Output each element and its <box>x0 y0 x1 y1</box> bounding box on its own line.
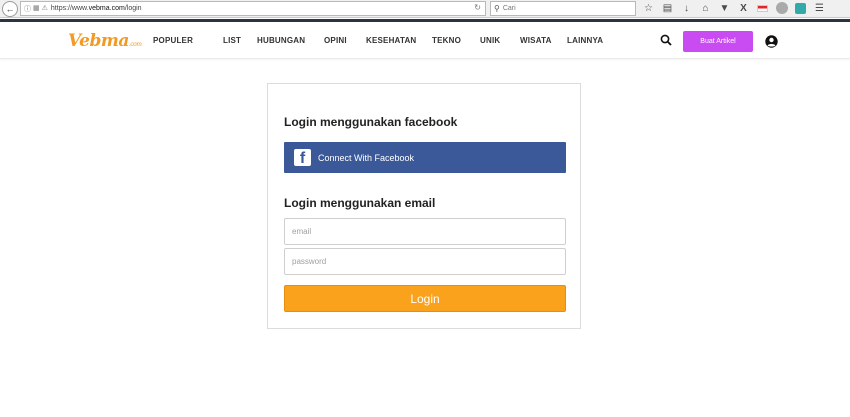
search-placeholder: Cari <box>502 5 516 12</box>
user-account-icon[interactable] <box>765 35 778 48</box>
nav-item-wisata[interactable]: WISATA <box>520 36 552 45</box>
nav-item-populer[interactable]: POPULER <box>153 36 193 45</box>
url-text[interactable]: https://www.vebma.com/login <box>51 5 142 12</box>
site-logo[interactable]: Vebma.com <box>68 31 142 51</box>
facebook-icon: f <box>294 149 311 166</box>
info-icon[interactable]: ⓘ <box>24 4 31 14</box>
reload-icon[interactable]: ↻ <box>474 3 481 12</box>
nav-item-kesehatan[interactable]: KESEHATAN <box>366 36 416 45</box>
extension-icon[interactable] <box>794 1 807 15</box>
home-icon[interactable]: ⌂ <box>699 1 712 15</box>
email-login-heading: Login menggunakan email <box>284 196 436 210</box>
login-button[interactable]: Login <box>284 285 566 312</box>
url-bar[interactable]: ⓘ ▦ ⚠ https://www.vebma.com/login ↻ <box>20 1 486 16</box>
bookmark-star-icon[interactable]: ☆ <box>642 1 655 15</box>
connect-facebook-button[interactable]: f Connect With Facebook <box>284 142 566 173</box>
reader-icon[interactable]: ▦ <box>33 4 40 14</box>
library-icon[interactable]: ▤ <box>661 1 674 15</box>
nav-item-hubungan[interactable]: HUBUNGAN <box>257 36 305 45</box>
logo-suffix: .com <box>128 41 142 48</box>
back-arrow-icon[interactable]: ← <box>2 0 18 17</box>
abp-icon[interactable] <box>775 1 788 15</box>
facebook-icon-glyph: f <box>299 150 306 167</box>
x-icon[interactable]: X <box>737 1 750 15</box>
nav-item-tekno[interactable]: TEKNO <box>432 36 461 45</box>
nav-item-unik[interactable]: UNIK <box>480 36 500 45</box>
pocket-icon[interactable]: ▼ <box>718 1 731 15</box>
password-input[interactable] <box>284 248 566 275</box>
flag-icon[interactable] <box>756 1 769 15</box>
browser-toolbar: ← ⓘ ▦ ⚠ https://www.vebma.com/login ↻ ⚲ … <box>0 0 850 18</box>
facebook-login-heading: Login menggunakan facebook <box>284 115 458 129</box>
connect-facebook-label: Connect With Facebook <box>318 152 415 163</box>
nav-item-lainnya[interactable]: LAINNYA <box>567 36 603 45</box>
download-icon[interactable]: ↓ <box>680 1 693 15</box>
site-header: Vebma.com POPULER LIST HUBUNGAN OPINI KE… <box>0 22 850 59</box>
search-icon[interactable] <box>660 34 672 46</box>
login-card: Login menggunakan facebook f Connect Wit… <box>267 83 581 329</box>
nav-item-opini[interactable]: OPINI <box>324 36 347 45</box>
email-input[interactable] <box>284 218 566 245</box>
menu-icon[interactable]: ☰ <box>813 1 826 15</box>
browser-search-input[interactable]: ⚲ Cari <box>490 1 636 16</box>
nav-item-list[interactable]: LIST <box>223 36 241 45</box>
logo-text: Vebma <box>68 31 129 51</box>
lock-warning-icon[interactable]: ⚠ <box>42 4 48 14</box>
create-article-button[interactable]: Buat Artikel <box>683 31 753 52</box>
search-icon: ⚲ <box>494 4 500 13</box>
